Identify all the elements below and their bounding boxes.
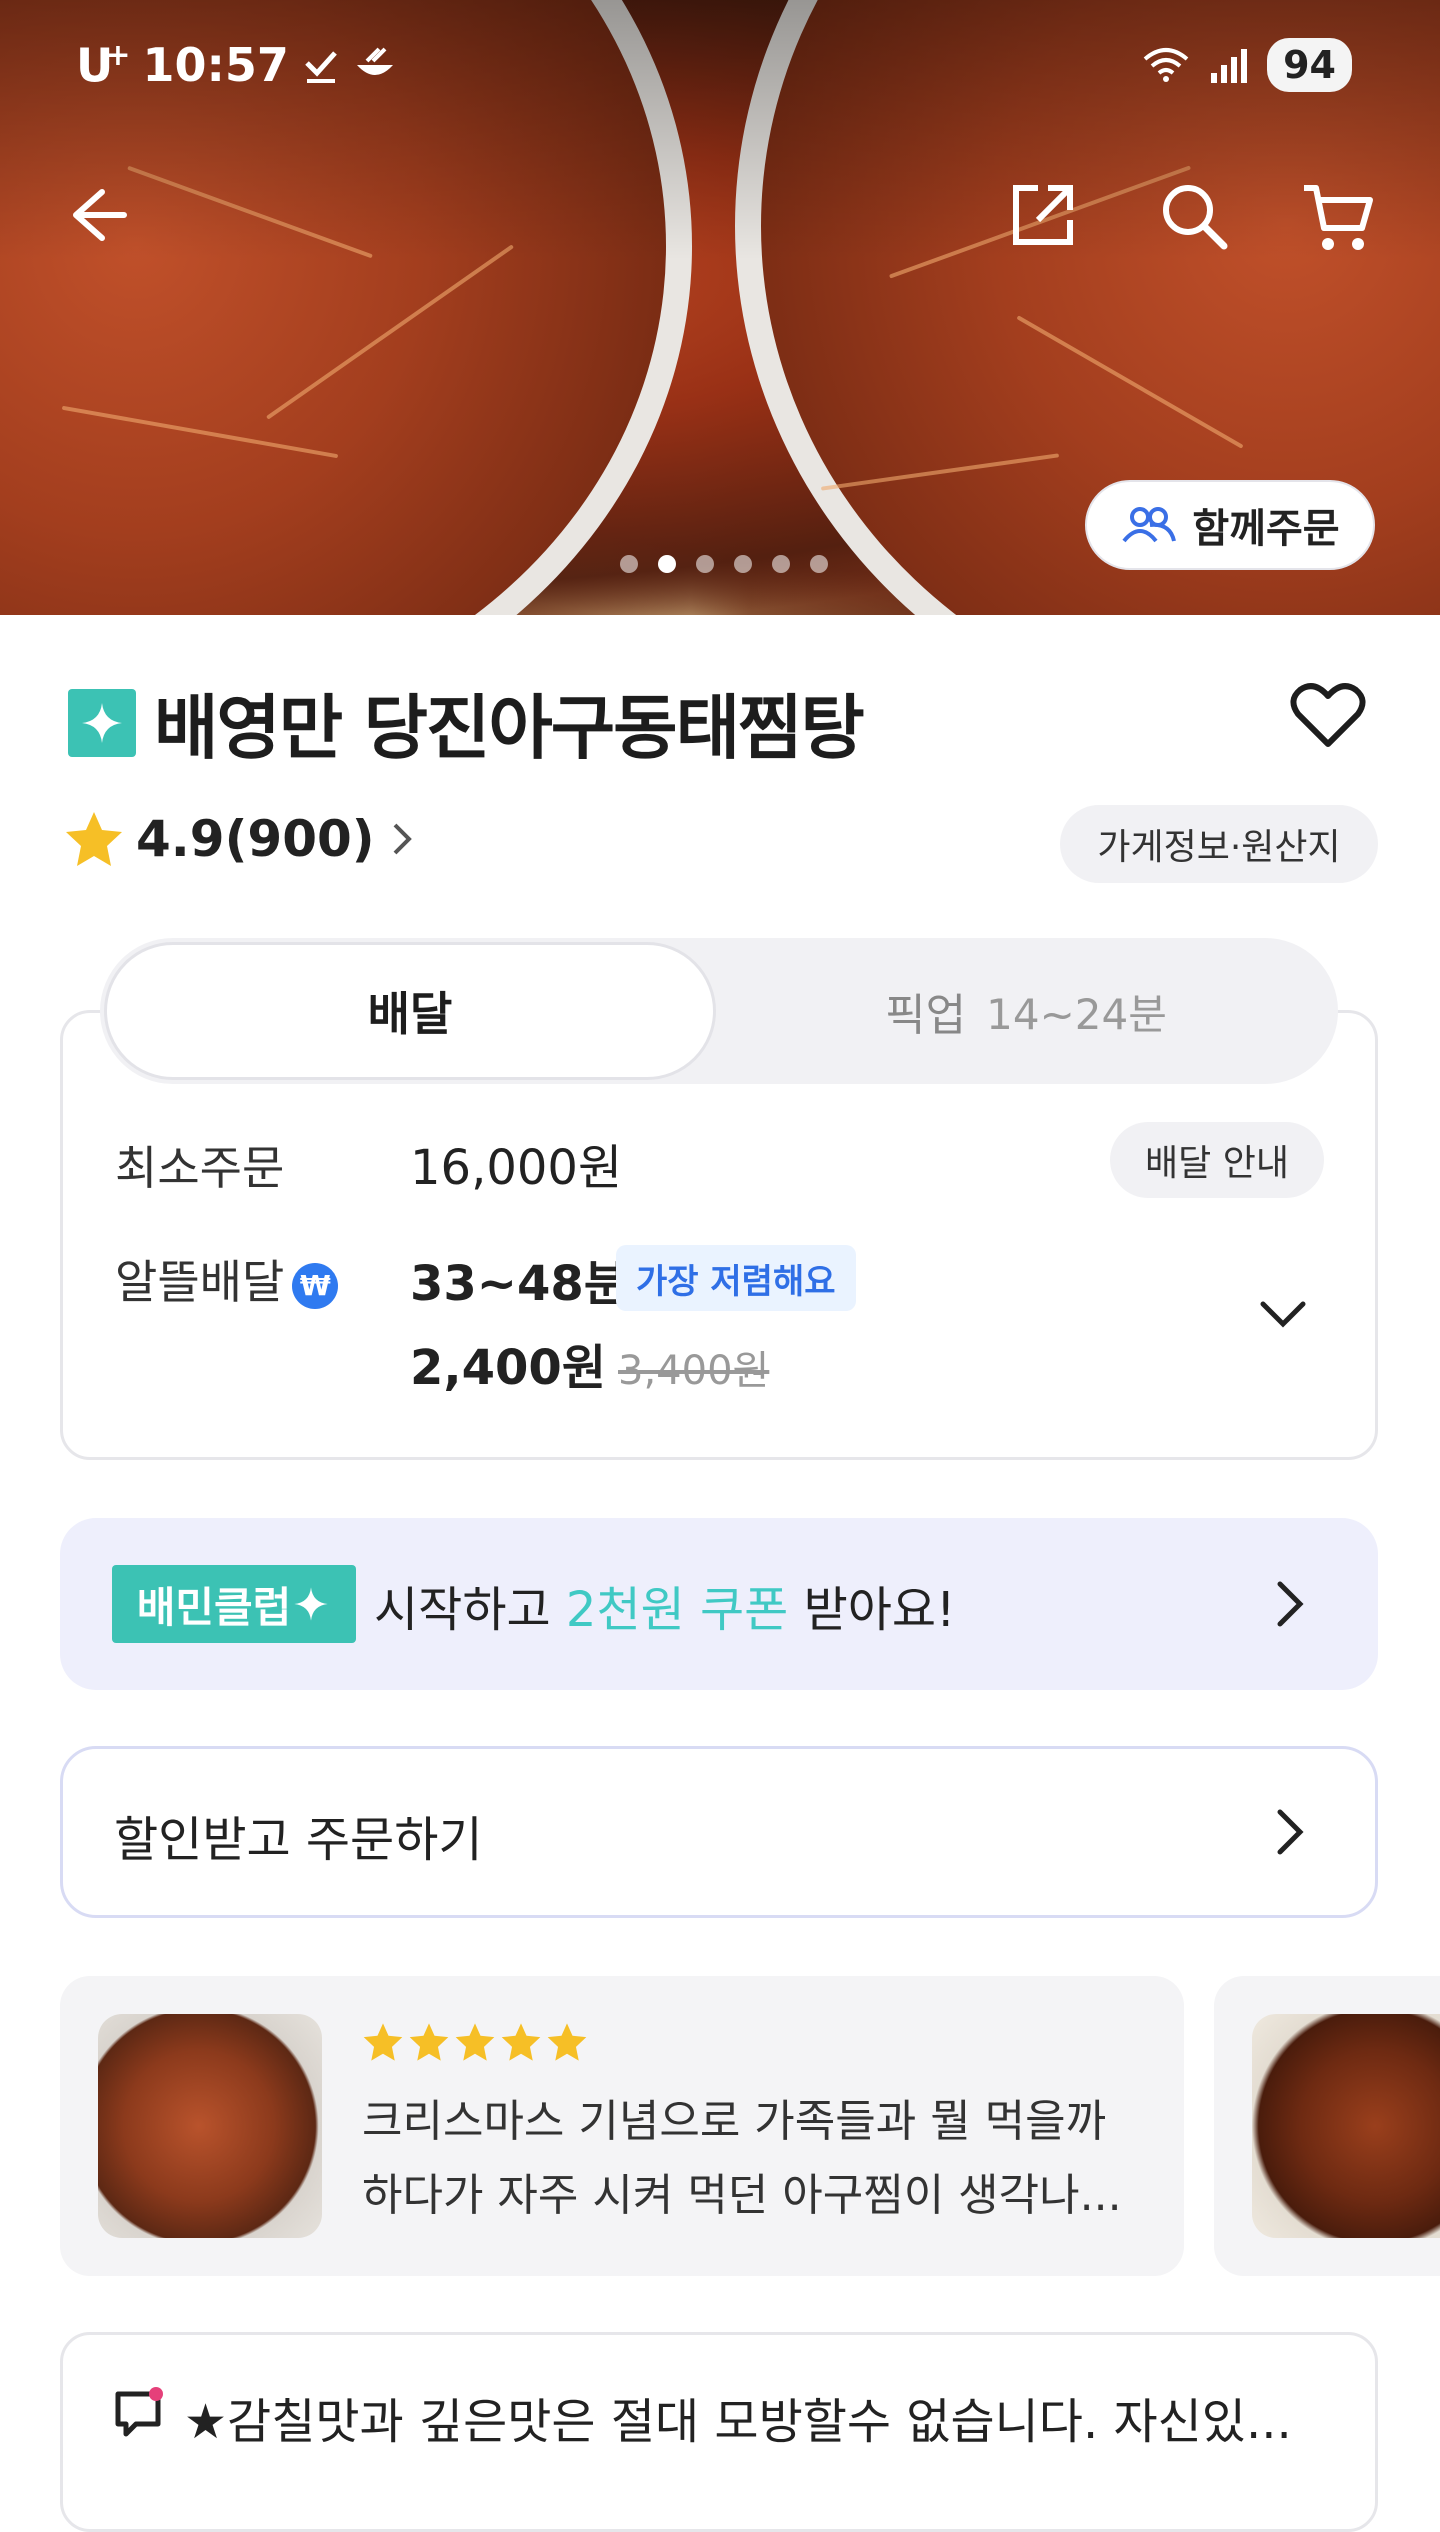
status-bar-right: 94 bbox=[1141, 38, 1352, 92]
review-photo-next bbox=[1252, 2014, 1440, 2238]
chevron-right-icon bbox=[387, 817, 417, 861]
expand-delivery-button[interactable] bbox=[1255, 1296, 1311, 1332]
review-text: 크리스마스 기념으로 가족들과 뭘 먹을까 하다가 자주 시켜 먹던 아구찜이 … bbox=[362, 2096, 1122, 2221]
cheapest-tag: 가장 저렴해요 bbox=[616, 1245, 856, 1311]
star-icon bbox=[547, 2023, 587, 2061]
carousel-dot-active bbox=[658, 555, 676, 573]
baemin-app-icon bbox=[353, 45, 397, 85]
tab-pickup[interactable]: 픽업 14~24분 bbox=[716, 942, 1336, 1080]
carousel-dot bbox=[810, 555, 828, 573]
back-button[interactable] bbox=[62, 180, 132, 250]
group-people-icon bbox=[1120, 505, 1178, 545]
min-order-value: 16,000원 bbox=[410, 1140, 623, 1196]
star-icon bbox=[64, 810, 124, 868]
tab-pickup-label: 픽업 bbox=[885, 990, 967, 1041]
sparkle-badge-icon bbox=[68, 688, 136, 757]
min-order-label: 최소주문 bbox=[115, 1141, 285, 1195]
carousel-dot bbox=[734, 555, 752, 573]
rating-link[interactable]: 4.9(900) bbox=[64, 810, 417, 868]
wifi-icon bbox=[1141, 45, 1191, 85]
search-icon bbox=[1163, 185, 1228, 250]
checkmark-icon bbox=[301, 45, 341, 85]
share-button[interactable] bbox=[1008, 180, 1078, 250]
delivery-time: 33~48분 bbox=[410, 1256, 628, 1312]
carousel-dot bbox=[696, 555, 714, 573]
cart-icon bbox=[1304, 185, 1373, 250]
star-icon bbox=[409, 2023, 449, 2061]
delivery-type-label: 알뜰배달 ₩ bbox=[115, 1246, 339, 1312]
group-order-label: 함께주문 bbox=[1192, 506, 1340, 552]
baemin-club-logo: 배민클럽 bbox=[112, 1565, 356, 1643]
search-button[interactable] bbox=[1158, 180, 1230, 252]
favorite-button[interactable] bbox=[1290, 680, 1366, 750]
store-name: 배영만 당진아구동태찜탕 bbox=[154, 687, 865, 769]
battery-indicator: 94 bbox=[1267, 38, 1352, 92]
tab-delivery[interactable]: 배달 bbox=[104, 942, 716, 1080]
star-icon bbox=[455, 2023, 495, 2061]
review-photo bbox=[98, 2014, 322, 2238]
discount-order-label: 할인받고 주문하기 bbox=[114, 1812, 483, 1868]
discount-chevron-right-icon bbox=[1270, 1804, 1310, 1860]
club-chevron-right-icon bbox=[1270, 1576, 1310, 1632]
group-order-button[interactable]: 함께주문 bbox=[1085, 480, 1375, 570]
heart-icon bbox=[1290, 683, 1366, 747]
clock: 10:57 bbox=[142, 38, 289, 93]
sparkle-icon bbox=[294, 1587, 328, 1621]
rating-value: 4.9(900) bbox=[136, 810, 375, 868]
share-icon bbox=[1013, 185, 1073, 245]
star-icon bbox=[363, 2023, 403, 2061]
cart-button[interactable] bbox=[1300, 180, 1376, 256]
status-bar: U+ 10:57 bbox=[76, 38, 397, 92]
won-coin-icon: ₩ bbox=[292, 1262, 339, 1309]
store-title: 배영만 당진아구동태찜탕 bbox=[68, 672, 865, 773]
carrier-label: U+ bbox=[76, 38, 131, 93]
tab-pickup-time: 14~24분 bbox=[986, 989, 1167, 1039]
delivery-guide-button[interactable]: 배달 안내 bbox=[1110, 1122, 1324, 1198]
original-delivery-fee: 3,400원 bbox=[618, 1348, 770, 1394]
chevron-down-icon bbox=[1260, 1301, 1306, 1328]
store-info-button[interactable]: 가게정보·원산지 bbox=[1060, 805, 1378, 883]
tab-delivery-label: 배달 bbox=[367, 987, 453, 1041]
carousel-dot bbox=[772, 555, 790, 573]
carousel-dot bbox=[620, 555, 638, 573]
club-promo-text: 시작하고 2천원 쿠폰 받아요! bbox=[374, 1582, 956, 1638]
review-stars bbox=[362, 2022, 588, 2062]
notice-text: ★감칠맛과 깊은맛은 절대 모방할수 없습니다. 자신있... bbox=[184, 2394, 1292, 2450]
delivery-fee: 2,400원 3,400원 bbox=[410, 1340, 770, 1396]
star-icon bbox=[501, 2023, 541, 2061]
notice-megaphone-icon bbox=[112, 2386, 166, 2440]
carousel-indicator bbox=[620, 555, 828, 573]
signal-icon bbox=[1209, 45, 1249, 85]
